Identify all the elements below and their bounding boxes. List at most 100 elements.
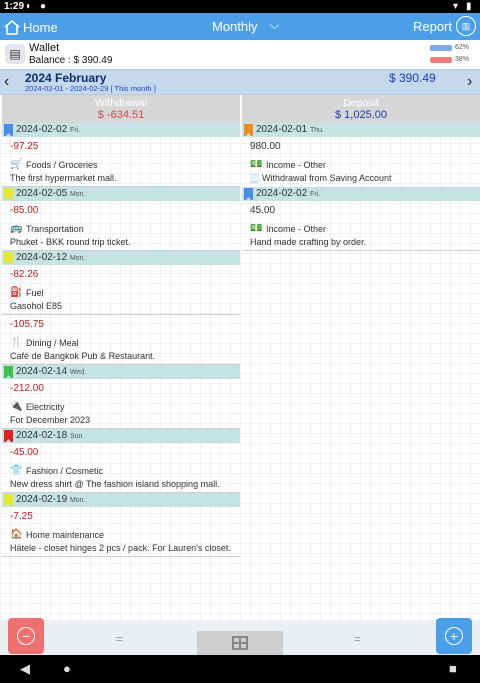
transaction-item[interactable]: 45.00 💵 Income - Other Hand made crafting b… [242, 201, 480, 251]
add-withdrawal-button[interactable]: − [8, 618, 44, 654]
transaction-description: Hand made crafting by order. [242, 235, 480, 251]
transaction-item[interactable]: -97.25 🛒 Foods / Groceries The first hyperm… [2, 137, 240, 187]
wallet-summary[interactable]: ▤ Wallet Balance : $ 390.49 62% 38% [0, 40, 480, 69]
transaction-category: 👕 Fashion / Cosmetic [2, 460, 240, 477]
transaction-description: Hätele - closet hinges 2 pcs / pack. For… [2, 541, 240, 557]
report-chart-icon: ▥ [456, 16, 476, 36]
bookmark-flag-icon [244, 124, 253, 136]
bookmark-flag-icon [4, 188, 13, 200]
date-value: 2024-02-18 [16, 430, 68, 441]
transaction-item[interactable]: -7.25 🏠 Home maintenance Hätele - closet hi… [2, 507, 240, 557]
transaction-category: 🏠 Home maintenance [2, 524, 240, 541]
date-label: 2024-02-12 Mon. [16, 252, 86, 263]
category-label: Income - Other [266, 159, 327, 170]
prev-month-icon[interactable]: ‹ [4, 73, 9, 91]
transaction-category: 🔌 Electricity [2, 396, 240, 413]
description-text: For December 2023 [10, 415, 91, 425]
battery-icon: ▮ [466, 1, 472, 12]
transaction-item[interactable]: -85.00 🚌 Transportation Phuket - BKK round … [2, 201, 240, 251]
layout-toggle-button[interactable] [197, 631, 283, 655]
withdraw-ratio-label: 62% [455, 44, 470, 51]
transaction-amount: -7.25 [10, 511, 33, 522]
month-navigator: ‹ 2024 February 2024-02-01 - 2024-02-29 … [0, 69, 480, 95]
description-text: Gasohol E85 [10, 301, 63, 311]
home-maintenance-icon: 🏠 [10, 529, 23, 540]
drag-handle-left-icon[interactable]: = [116, 632, 123, 646]
date-value: 2024-02-19 [16, 494, 68, 505]
transaction-item[interactable]: -45.00 👕 Fashion / Cosmetic New dress shirt… [2, 443, 240, 493]
home-button[interactable]: Home [4, 17, 58, 37]
deposit-ratio-label: 38% [455, 56, 470, 63]
day-of-week: Mon. [69, 255, 86, 262]
wallet-name: Wallet [29, 42, 60, 54]
deposit-total: $ 1,025.00 [335, 109, 387, 121]
date-row[interactable]: 2024-02-12 Mon. [2, 251, 240, 265]
date-value: 2024-02-02 [256, 188, 308, 199]
date-row[interactable]: 2024-02-01 Thu. [242, 123, 480, 137]
wallet-icon: ▤ [5, 44, 25, 64]
date-row[interactable]: 2024-02-05 Mon. [2, 187, 240, 201]
category-label: Foods / Groceries [26, 159, 98, 170]
category-label: Home maintenance [26, 529, 105, 540]
description-text: Hand made crafting by order. [250, 237, 367, 247]
next-month-icon[interactable]: › [467, 73, 472, 91]
home-nav-icon[interactable]: ● [63, 661, 71, 676]
date-label: 2024-02-02 Fri. [16, 124, 80, 135]
transaction-description: Gasohol E85 [2, 299, 240, 315]
back-icon[interactable]: ◀ [20, 661, 30, 677]
drag-handle-right-icon[interactable]: = [354, 632, 361, 646]
chevron-down-icon[interactable]: ⌵ [270, 18, 279, 33]
money-icon: 💵 [250, 159, 263, 170]
category-label: Dining / Meal [26, 337, 79, 348]
description-text: New dress shirt @ The fashion island sho… [10, 479, 220, 489]
plug-icon: 🔌 [10, 401, 23, 412]
transaction-amount: -82.26 [10, 269, 39, 280]
transaction-amount: -97.25 [10, 141, 39, 152]
transaction-category: 💵 Income - Other [242, 218, 480, 235]
add-deposit-button[interactable]: + [436, 618, 472, 654]
description-text: Withdrawal from Saving Account [261, 173, 392, 183]
date-label: 2024-02-14 Wed. [16, 366, 86, 377]
transaction-description: Café de Bangkok Pub & Restaurant. [2, 349, 240, 365]
transaction-item[interactable]: -212.00 🔌 Electricity For December 2023 [2, 379, 240, 429]
date-row[interactable]: 2024-02-14 Wed. [2, 365, 240, 379]
minus-icon: − [17, 627, 35, 645]
month-range: 2024-02-01 - 2024-02-29 [ This month ] [25, 84, 156, 93]
deposit-header-label: Deposit [343, 97, 379, 109]
transaction-item[interactable]: 980.00 💵 Income - Other 🧾 Withdrawal from Sa… [242, 137, 480, 187]
date-value: 2024-02-02 [16, 124, 68, 135]
transaction-amount: 45.00 [250, 205, 276, 216]
transaction-item[interactable]: -82.26 ⛽ Fuel Gasohol E85 [2, 265, 240, 315]
home-icon [4, 19, 20, 35]
bookmark-flag-icon [4, 494, 13, 506]
bottom-toolbar: − = = + [0, 618, 480, 655]
date-row[interactable]: 2024-02-19 Mon. [2, 493, 240, 507]
transaction-amount: 980.00 [250, 141, 281, 152]
transaction-description: For December 2023 [2, 413, 240, 429]
date-row[interactable]: 2024-02-02 Fri. [2, 123, 240, 137]
transaction-category: 🍴 Dining / Meal [2, 332, 240, 349]
withdrawal-total: $ -634.51 [97, 109, 145, 121]
transaction-category: 🛒 Foods / Groceries [2, 154, 240, 171]
category-label: Transportation [26, 223, 84, 234]
app-notification-icon: ◐ [26, 1, 33, 12]
bookmark-flag-icon [244, 188, 253, 200]
transaction-item[interactable]: -105.75 🍴 Dining / Meal Café de Bangkok Pub… [2, 315, 240, 365]
description-text: The first hypermarket mall. [10, 173, 117, 183]
day-of-week: Thu. [309, 127, 324, 134]
category-label: Income - Other [266, 223, 327, 234]
period-mode-select[interactable]: Monthly [212, 19, 258, 34]
date-row[interactable]: 2024-02-18 Sun. [2, 429, 240, 443]
cart-icon: 🛒 [10, 159, 23, 170]
date-value: 2024-02-05 [16, 188, 68, 199]
category-label: Fashion / Cosmetic [26, 465, 104, 476]
report-button[interactable]: Report ▥ [413, 16, 476, 36]
transaction-description: The first hypermarket mall. [2, 171, 240, 187]
recents-icon[interactable]: ■ [449, 661, 457, 676]
date-value: 2024-02-14 [16, 366, 68, 377]
withdrawal-header: Withdrawal $ -634.51 [2, 95, 240, 123]
date-row[interactable]: 2024-02-02 Fri. [242, 187, 480, 201]
transaction-description: 🧾 Withdrawal from Saving Account [242, 171, 480, 187]
transaction-category: 🚌 Transportation [2, 218, 240, 235]
home-label: Home [23, 19, 58, 35]
